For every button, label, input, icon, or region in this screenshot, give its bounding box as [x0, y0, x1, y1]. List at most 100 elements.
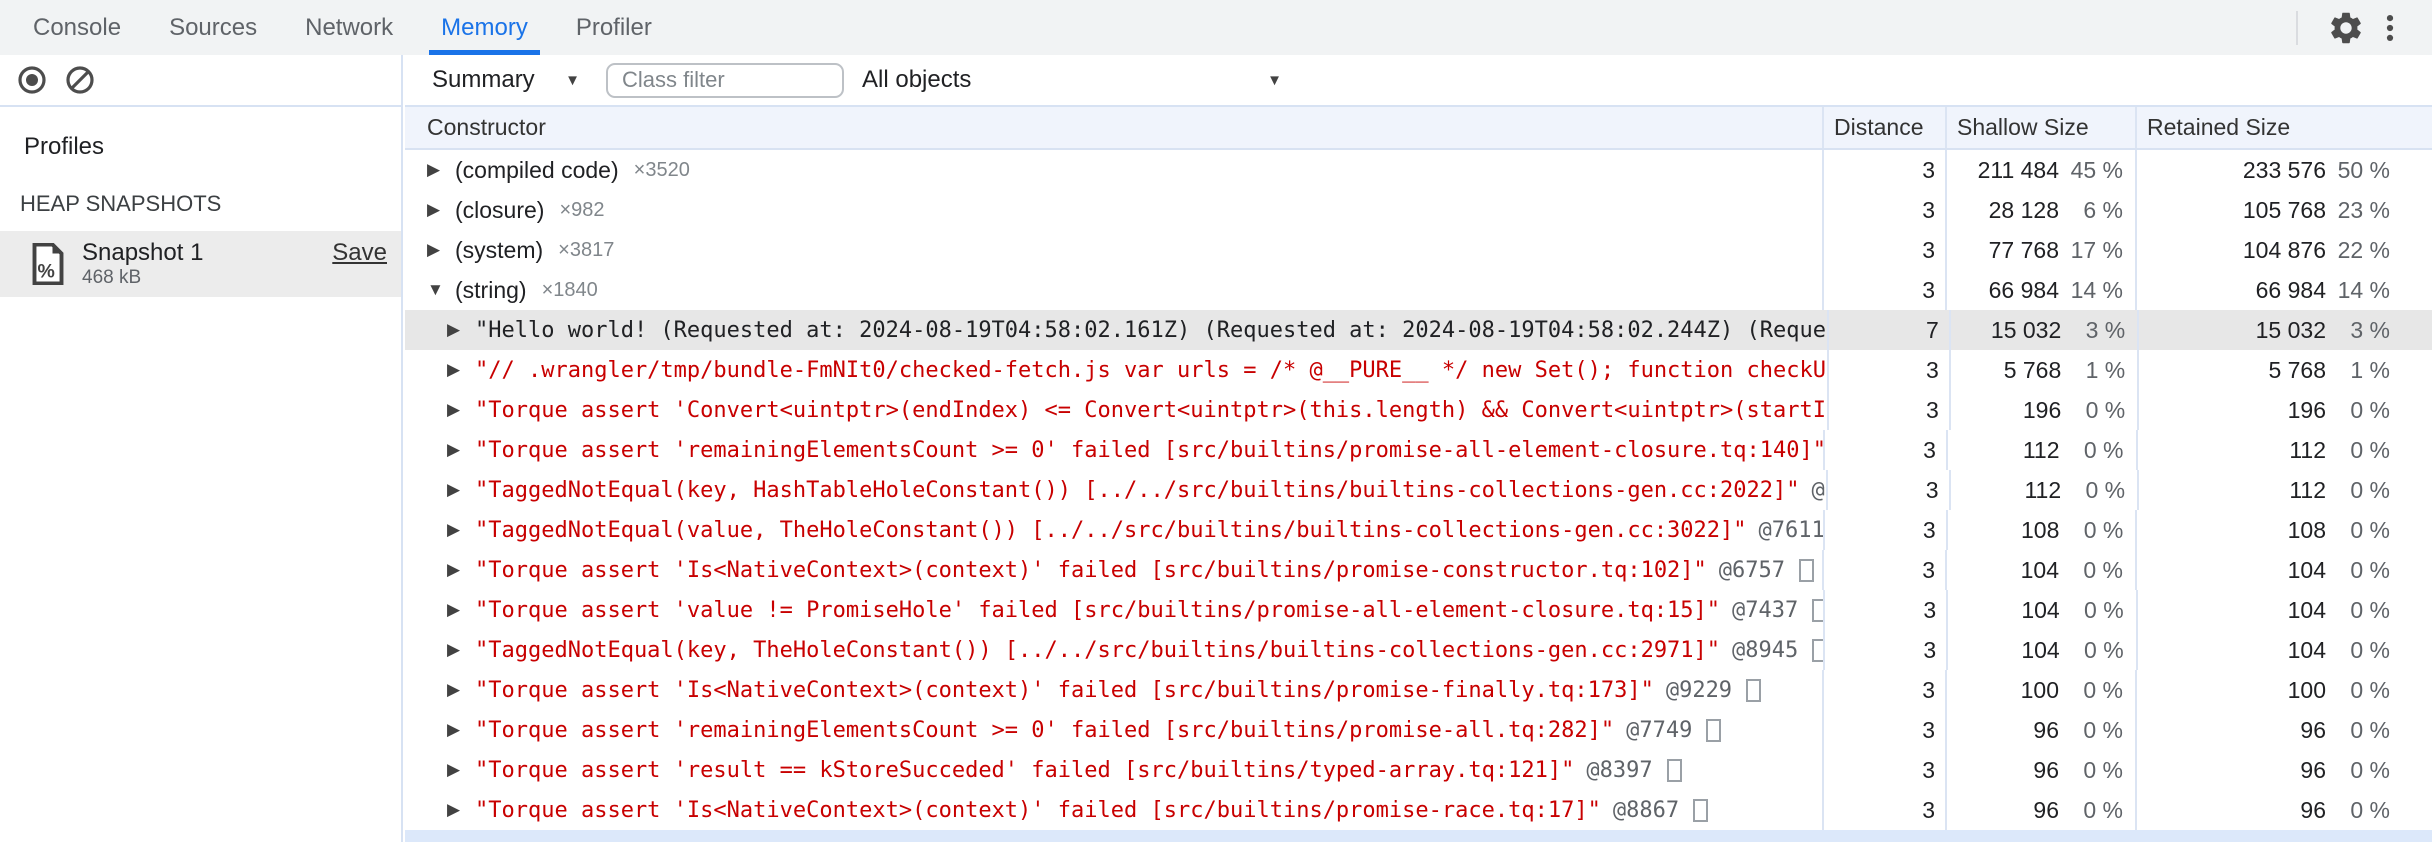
tab-sources[interactable]: Sources	[145, 0, 281, 55]
triangle-right-icon[interactable]: ▶	[447, 480, 475, 500]
shallow-size-percent: 3 %	[2085, 316, 2126, 343]
tab-network[interactable]: Network	[281, 0, 417, 55]
profiles-title: Profiles	[24, 133, 105, 160]
table-row[interactable]: ▶ "Torque assert 'remainingElementsCount …	[405, 710, 2432, 750]
class-filter-input[interactable]	[606, 62, 844, 98]
partially-visible-row[interactable]	[405, 830, 2432, 842]
distance-cell: 3	[1822, 710, 1945, 750]
retained-size-value: 112	[2289, 476, 2327, 503]
column-header-retained-size[interactable]: Retained Size	[2135, 107, 2432, 148]
objects-scope-select[interactable]: All objects ▼	[846, 66, 1296, 94]
shallow-size-value: 108	[2021, 516, 2060, 543]
constructor-cell: ▶ (system) ×3817	[405, 230, 1822, 270]
sidebar-item-snapshot-1[interactable]: % Snapshot 1 468 kB Save	[0, 231, 401, 297]
shallow-size-percent: 0 %	[2085, 476, 2126, 503]
retained-size-value: 96	[2300, 716, 2326, 743]
table-row[interactable]: ▶ "Torque assert 'result == kStoreSuccede…	[405, 750, 2432, 790]
clear-profiles-icon[interactable]	[65, 65, 95, 95]
devtools-tabbar: Console Sources Network Memory Profiler	[0, 0, 2432, 55]
retained-size-value: 104	[2287, 596, 2326, 623]
triangle-right-icon[interactable]: ▶	[447, 360, 475, 380]
table-row[interactable]: ▶ "TaggedNotEqual(value, TheHoleConstant(…	[405, 510, 2432, 550]
table-row[interactable]: ▶ "// .wrangler/tmp/bundle-FmNIt0/checked…	[405, 350, 2432, 390]
table-row[interactable]: ▶ "TaggedNotEqual(key, TheHoleConstant())…	[405, 630, 2432, 670]
triangle-right-icon[interactable]: ▶	[427, 160, 455, 180]
table-row[interactable]: ▶ "Torque assert 'remainingElementsCount …	[405, 430, 2432, 470]
triangle-right-icon[interactable]: ▶	[427, 240, 455, 260]
snapshot-size: 468 kB	[82, 267, 142, 288]
retained-size-value: 233 576	[2242, 156, 2326, 183]
distance-cell: 3	[1823, 430, 1946, 470]
table-row[interactable]: ▶ (compiled code) ×3520 3 211 484 45 % 233 576…	[405, 150, 2432, 190]
perspective-select[interactable]: Summary ▼	[405, 66, 580, 94]
retained-size-cell: 96 0 %	[2135, 710, 2432, 750]
distance-cell: 3	[1822, 230, 1945, 270]
triangle-right-icon[interactable]: ▶	[447, 760, 475, 780]
shallow-size-cell: 77 768 17 %	[1945, 230, 2135, 270]
retained-size-percent: 23 %	[2337, 196, 2390, 223]
save-snapshot-link[interactable]: Save	[332, 239, 387, 267]
constructor-cell: ▶ "Torque assert 'value != PromiseHole' f…	[405, 590, 1824, 630]
triangle-right-icon[interactable]: ▶	[447, 680, 475, 700]
distance-cell: 3	[1822, 270, 1945, 310]
table-row[interactable]: ▼ (string) ×1840 3 66 984 14 % 66 984 14 %	[405, 270, 2432, 310]
tab-console[interactable]: Console	[9, 0, 145, 55]
triangle-right-icon[interactable]: ▶	[447, 560, 475, 580]
triangle-right-icon[interactable]: ▶	[447, 600, 475, 620]
table-row[interactable]: ▶ (closure) ×982 3 28 128 6 % 105 768 23 %	[405, 190, 2432, 230]
table-row[interactable]: ▶ "TaggedNotEqual(key, HashTableHoleConst…	[405, 470, 2432, 510]
triangle-right-icon[interactable]: ▶	[427, 200, 455, 220]
shallow-size-percent: 0 %	[2085, 396, 2126, 423]
table-row[interactable]: ▶ "Torque assert 'value != PromiseHole' f…	[405, 590, 2432, 630]
retained-size-value: 100	[2287, 676, 2326, 703]
table-row[interactable]: ▶ "Torque assert 'Is<NativeContext>(conte…	[405, 670, 2432, 710]
retained-size-percent: 14 %	[2337, 276, 2390, 303]
constructor-cell: ▶ (compiled code) ×3520	[405, 150, 1822, 190]
tab-profiler[interactable]: Profiler	[552, 0, 676, 55]
column-header-shallow-size[interactable]: Shallow Size	[1945, 107, 2135, 148]
triangle-right-icon[interactable]: ▶	[447, 400, 475, 420]
heap-snapshots-section-title: HEAP SNAPSHOTS	[20, 191, 222, 216]
triangle-right-icon[interactable]: ▶	[447, 520, 475, 540]
object-id: @6757	[1718, 557, 1786, 583]
triangle-right-icon[interactable]: ▶	[447, 440, 475, 460]
retained-size-value: 96	[2300, 756, 2326, 783]
settings-gear-icon[interactable]	[2324, 6, 2368, 50]
retained-size-value: 66 984	[2255, 276, 2326, 303]
triangle-right-icon[interactable]: ▶	[447, 640, 475, 660]
triangle-down-icon[interactable]: ▼	[427, 280, 455, 300]
tab-memory[interactable]: Memory	[417, 0, 552, 55]
triangle-right-icon[interactable]: ▶	[447, 800, 475, 820]
constructor-cell: ▶ "Torque assert 'Is<NativeContext>(conte…	[405, 670, 1822, 710]
retained-size-cell: 96 0 %	[2135, 750, 2432, 790]
reveal-box-icon	[1706, 718, 1722, 742]
retained-size-percent: 0 %	[2350, 676, 2390, 703]
retained-size-percent: 0 %	[2350, 796, 2390, 823]
record-heap-snapshot-icon[interactable]	[17, 65, 47, 95]
snapshot-toolbar: Summary ▼ All objects ▼	[405, 55, 2432, 107]
distance-cell: 3	[1823, 630, 1946, 670]
reveal-box-icon	[1693, 798, 1709, 822]
table-row[interactable]: ▶ "Torque assert 'Is<NativeContext>(conte…	[405, 790, 2432, 830]
object-id: @8945	[1732, 637, 1799, 663]
tabbar-actions	[2296, 0, 2432, 55]
shallow-size-cell: 211 484 45 %	[1945, 150, 2135, 190]
table-row[interactable]: ▶ "Hello world! (Requested at: 2024-08-19…	[405, 310, 2432, 350]
shallow-size-cell: 66 984 14 %	[1945, 270, 2135, 310]
object-id: @8	[1811, 477, 1827, 503]
column-header-distance[interactable]: Distance	[1822, 107, 1945, 148]
table-row[interactable]: ▶ "Torque assert 'Convert<uintptr>(endInd…	[405, 390, 2432, 430]
distance-cell: 3	[1822, 190, 1945, 230]
constructor-name: (string)	[455, 276, 527, 303]
retained-size-percent: 0 %	[2350, 756, 2390, 783]
shallow-size-value: 77 768	[1988, 236, 2059, 263]
object-id: @7437	[1732, 597, 1799, 623]
retained-size-percent: 1 %	[2350, 356, 2390, 383]
kebab-menu-icon[interactable]	[2368, 6, 2412, 50]
triangle-right-icon[interactable]: ▶	[447, 320, 475, 340]
triangle-right-icon[interactable]: ▶	[447, 720, 475, 740]
column-header-constructor[interactable]: Constructor	[405, 107, 1822, 148]
retained-size-percent: 0 %	[2350, 476, 2391, 503]
table-row[interactable]: ▶ "Torque assert 'Is<NativeContext>(conte…	[405, 550, 2432, 590]
table-row[interactable]: ▶ (system) ×3817 3 77 768 17 % 104 876 22 %	[405, 230, 2432, 270]
